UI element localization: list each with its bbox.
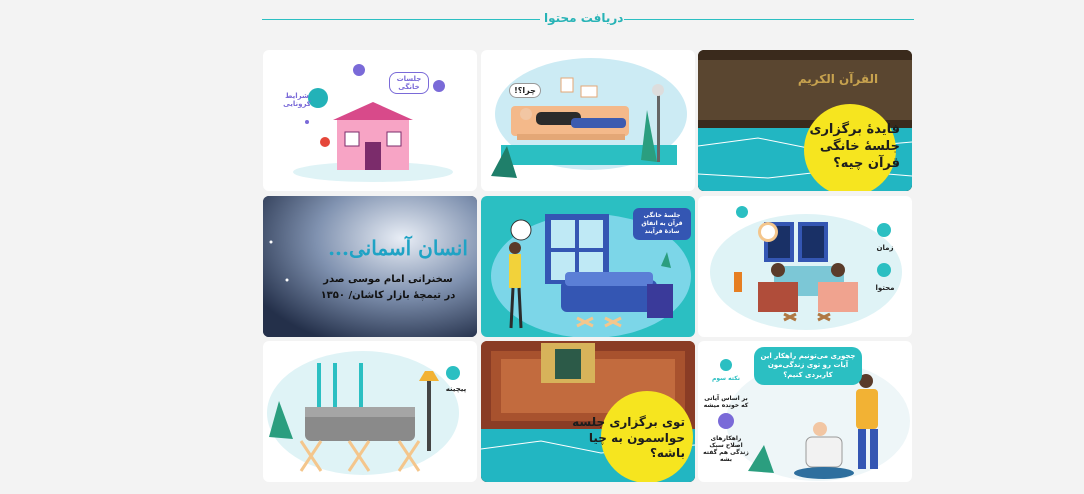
content-tile[interactable]: القرآن الكريم فایدهٔ برگزاری جلسهٔ خانگی… <box>698 50 912 191</box>
subtitle-line-2: در تیمچهٔ بازار کاشان/ ۱۳۵۰ <box>320 290 456 301</box>
side-label: شرایط کرونایی <box>283 92 311 108</box>
content-tile[interactable]: چجوری می‌تونیم راهکار این آیات رو توی زن… <box>698 341 912 482</box>
bench-illustration <box>267 351 460 475</box>
side-label: راهکارهای اصلاح سبک زندگی هم گفته بشه <box>703 435 749 463</box>
content-tile[interactable]: پیچینه <box>263 341 477 482</box>
note-bubble: جلسهٔ خانگی قرآن به اتفاق سادهٔ فرآیند <box>633 208 691 241</box>
tile-caption: توی برگزاری جلسه حواسمون به چیا باشه؟ <box>572 415 685 461</box>
speech-bubble: جلسات خانگی <box>389 72 429 94</box>
header-divider-left <box>262 19 540 20</box>
calligraphy-title: انسان آسمانی... <box>328 236 468 260</box>
section-title: دریافت محتوا <box>544 11 624 25</box>
content-tile[interactable]: زمان محتوا <box>698 196 912 337</box>
content-tile[interactable]: جلسات خانگی شرایط کرونایی <box>263 50 477 191</box>
house-illustration <box>293 64 453 182</box>
side-label: زمان <box>876 244 894 252</box>
tile-caption: فایدهٔ برگزاری جلسهٔ خانگی قرآن چیه؟ <box>809 122 900 171</box>
section-header: دریافت محتوا <box>262 8 914 32</box>
content-tile[interactable]: توی برگزاری جلسه حواسمون به چیا باشه؟ <box>481 341 695 482</box>
side-label: نکته سوم <box>712 375 740 382</box>
sky-background <box>263 196 477 337</box>
family-illustration <box>710 206 902 330</box>
content-tile[interactable]: چرا؟! <box>481 50 695 191</box>
subtitle-line-1: سخنرانی امام موسی صدر <box>323 274 453 285</box>
content-tile[interactable]: جلسهٔ خانگی قرآن به اتفاق سادهٔ فرآیند <box>481 196 695 337</box>
speech-bubble: چرا؟! <box>509 83 541 98</box>
note-bubble: چجوری می‌تونیم راهکار این آیات رو توی زن… <box>754 347 862 386</box>
header-divider-right <box>624 19 914 20</box>
side-label: بر اساس آیاتی که خونده میشه <box>703 395 749 409</box>
content-tile[interactable]: انسان آسمانی... سخنرانی امام موسی صدر در… <box>263 196 477 337</box>
book-title: القرآن الكريم <box>797 72 879 86</box>
side-label: محتوا <box>875 284 895 292</box>
sofa-illustration <box>491 58 687 178</box>
side-label: پیچینه <box>445 385 467 393</box>
